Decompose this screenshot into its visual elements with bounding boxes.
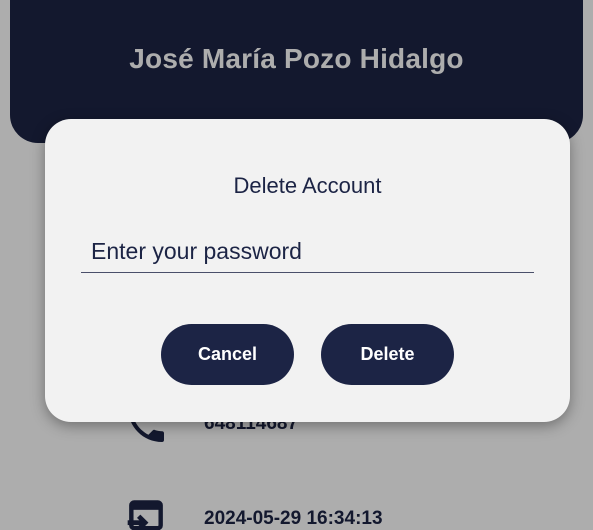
password-input[interactable]: [81, 231, 534, 273]
dialog-title: Delete Account: [233, 173, 382, 198]
delete-button[interactable]: Delete: [321, 324, 454, 385]
cancel-button[interactable]: Cancel: [161, 324, 294, 385]
delete-account-dialog: Delete Account Cancel Delete: [45, 119, 570, 422]
